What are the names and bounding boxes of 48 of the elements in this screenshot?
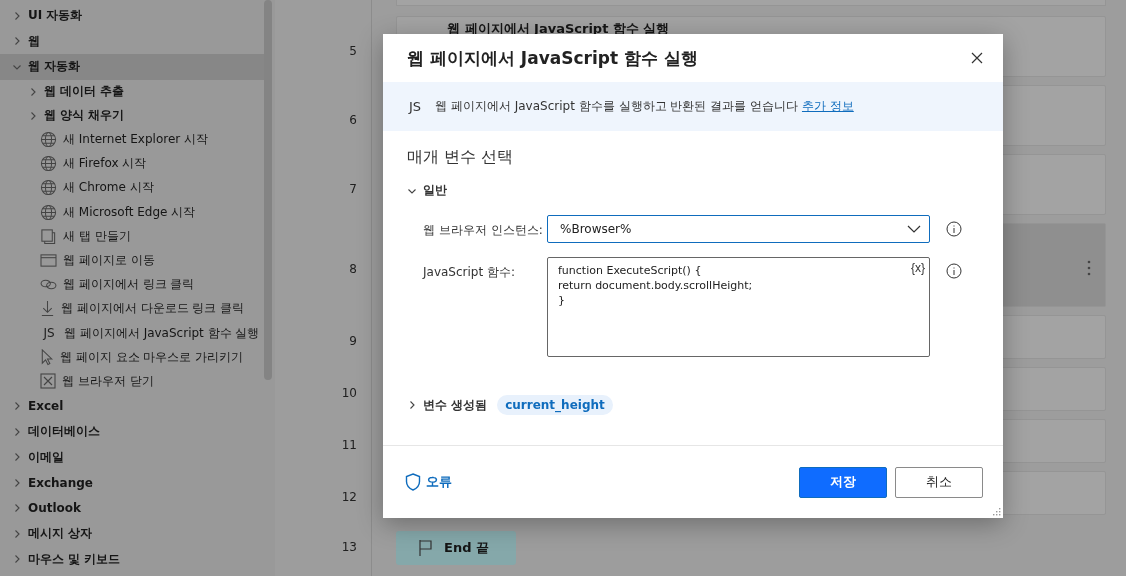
globe-icon bbox=[40, 155, 57, 173]
download-icon bbox=[40, 300, 55, 318]
description: 웹 페이지에서 JavaScript 함수를 실행하고 반환된 결과를 얻습니다 bbox=[435, 98, 798, 115]
chevron-down-icon bbox=[907, 225, 921, 233]
close-box-icon bbox=[40, 373, 56, 390]
line-number: 5 bbox=[349, 43, 357, 58]
line-number: 12 bbox=[341, 490, 357, 504]
line-number: 7 bbox=[349, 181, 357, 196]
flag-icon bbox=[418, 539, 434, 557]
info-icon[interactable] bbox=[946, 263, 962, 279]
globe-icon bbox=[40, 203, 57, 221]
globe-icon bbox=[40, 131, 57, 149]
line-number: 13 bbox=[341, 540, 357, 554]
resize-grip[interactable] bbox=[991, 506, 1001, 516]
step-title: End 끝 bbox=[444, 539, 489, 557]
info-icon[interactable] bbox=[946, 221, 962, 237]
field-label: JavaScript 함수: bbox=[423, 264, 516, 281]
variable-button[interactable]: {x} bbox=[910, 261, 926, 275]
line-number: 8 bbox=[349, 262, 357, 276]
close-button[interactable] bbox=[969, 50, 985, 66]
globe-icon bbox=[40, 179, 57, 197]
line-number: 9 bbox=[349, 334, 357, 348]
pointer-icon bbox=[40, 348, 54, 366]
js-icon: JS bbox=[40, 326, 58, 341]
code-field[interactable]: function ExecuteScript() { return document.body.scrollHeight; } {x} bbox=[547, 257, 930, 357]
line-number: 11 bbox=[341, 438, 357, 452]
window-icon bbox=[40, 253, 57, 269]
line-number: 10 bbox=[341, 386, 357, 400]
field-label: 웹 브라우저 인스턴스: bbox=[423, 222, 544, 239]
cancel-button[interactable]: 취소 bbox=[895, 466, 983, 498]
group-label: 일반 bbox=[423, 182, 447, 199]
chevron-right-icon[interactable] bbox=[407, 400, 417, 410]
save-button[interactable]: 저장 bbox=[799, 466, 887, 498]
group-label: 변수 생성됨 bbox=[423, 396, 488, 414]
end-step[interactable]: End 끝 bbox=[396, 531, 516, 565]
js-icon: JS bbox=[409, 99, 422, 114]
line-number: 6 bbox=[349, 112, 357, 127]
tree-item[interactable]: 웹 자동화 bbox=[0, 54, 265, 80]
dialog-title: 웹 페이지에서 JavaScript 함수 실행 bbox=[407, 46, 698, 70]
link-icon bbox=[40, 278, 57, 292]
section-title: 매개 변수 선택 bbox=[407, 147, 515, 168]
variable-chip[interactable]: current_height bbox=[497, 395, 613, 415]
shield-icon bbox=[405, 473, 421, 491]
more-info-link[interactable]: 추가 정보 bbox=[801, 98, 854, 115]
tabs-icon bbox=[40, 227, 57, 245]
browser-dropdown[interactable]: %Browser% bbox=[547, 215, 930, 243]
error-link[interactable]: 오류 bbox=[405, 473, 452, 491]
more-icon[interactable] bbox=[1087, 260, 1091, 276]
